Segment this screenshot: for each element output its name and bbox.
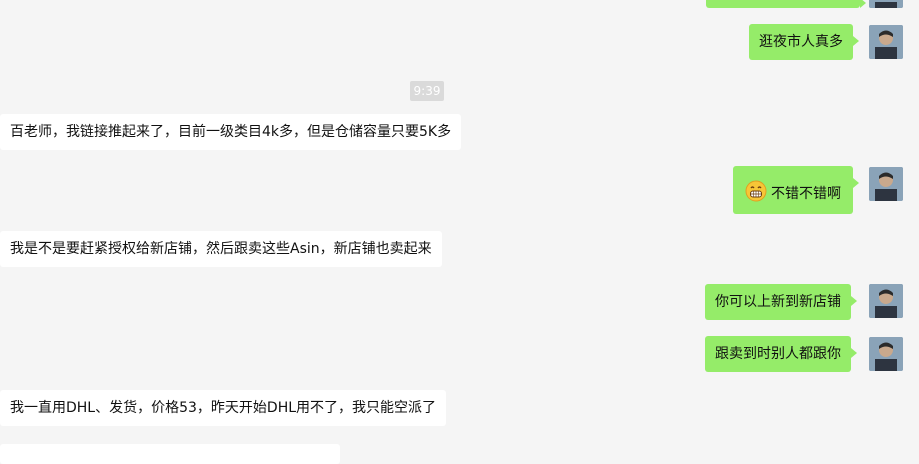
chat-message-list[interactable]: 逛夜市人真多 9:39 百老师，我链接推起来了，目前一级类目4k多，但是仓储容量… [0,0,919,464]
message-bubble-incoming[interactable]: 我是不是要赶紧授权给新店铺，然后跟卖这些Asin，新店铺也卖起来 [0,231,442,267]
message-bubble-incoming[interactable]: 百老师，我链接推起来了，目前一级类目4k多，但是仓储容量只要5K多 [0,114,462,150]
avatar[interactable] [869,337,903,371]
message-text: 我一直用DHL、发货，价格53，昨天开始DHL用不了，我只能空派了 [10,400,437,416]
message-text: 不错不错啊 [771,186,841,202]
message-bubble-outgoing[interactable]: 跟卖到时别人都跟你 [705,336,857,372]
avatar-photo-icon [869,25,903,59]
message-bubble-incoming[interactable] [0,444,340,464]
message-text: 百老师，我链接推起来了，目前一级类目4k多，但是仓储容量只要5K多 [10,124,452,140]
message-bubble-incoming[interactable]: 我一直用DHL、发货，价格53，昨天开始DHL用不了，我只能空派了 [0,390,447,426]
avatar[interactable] [869,167,903,201]
grinning-face-icon [745,180,767,208]
avatar[interactable] [869,25,903,59]
avatar-photo-icon [869,167,903,201]
avatar-photo-icon [869,337,903,371]
message-text: 你可以上新到新店铺 [715,294,841,310]
message-bubble-outgoing[interactable]: 逛夜市人真多 [749,24,859,60]
message-timestamp: 9:39 [410,81,444,101]
message-bubble-outgoing[interactable] [706,0,866,8]
message-text: 跟卖到时别人都跟你 [715,346,841,362]
avatar[interactable] [869,284,903,318]
avatar[interactable] [869,0,903,8]
message-text: 逛夜市人真多 [759,34,843,50]
message-text: 我是不是要赶紧授权给新店铺，然后跟卖这些Asin，新店铺也卖起来 [10,241,432,257]
message-bubble-outgoing[interactable]: 不错不错啊 [733,166,859,214]
avatar-photo-icon [869,0,903,8]
avatar-photo-icon [869,284,903,318]
message-bubble-outgoing[interactable]: 你可以上新到新店铺 [705,284,857,320]
